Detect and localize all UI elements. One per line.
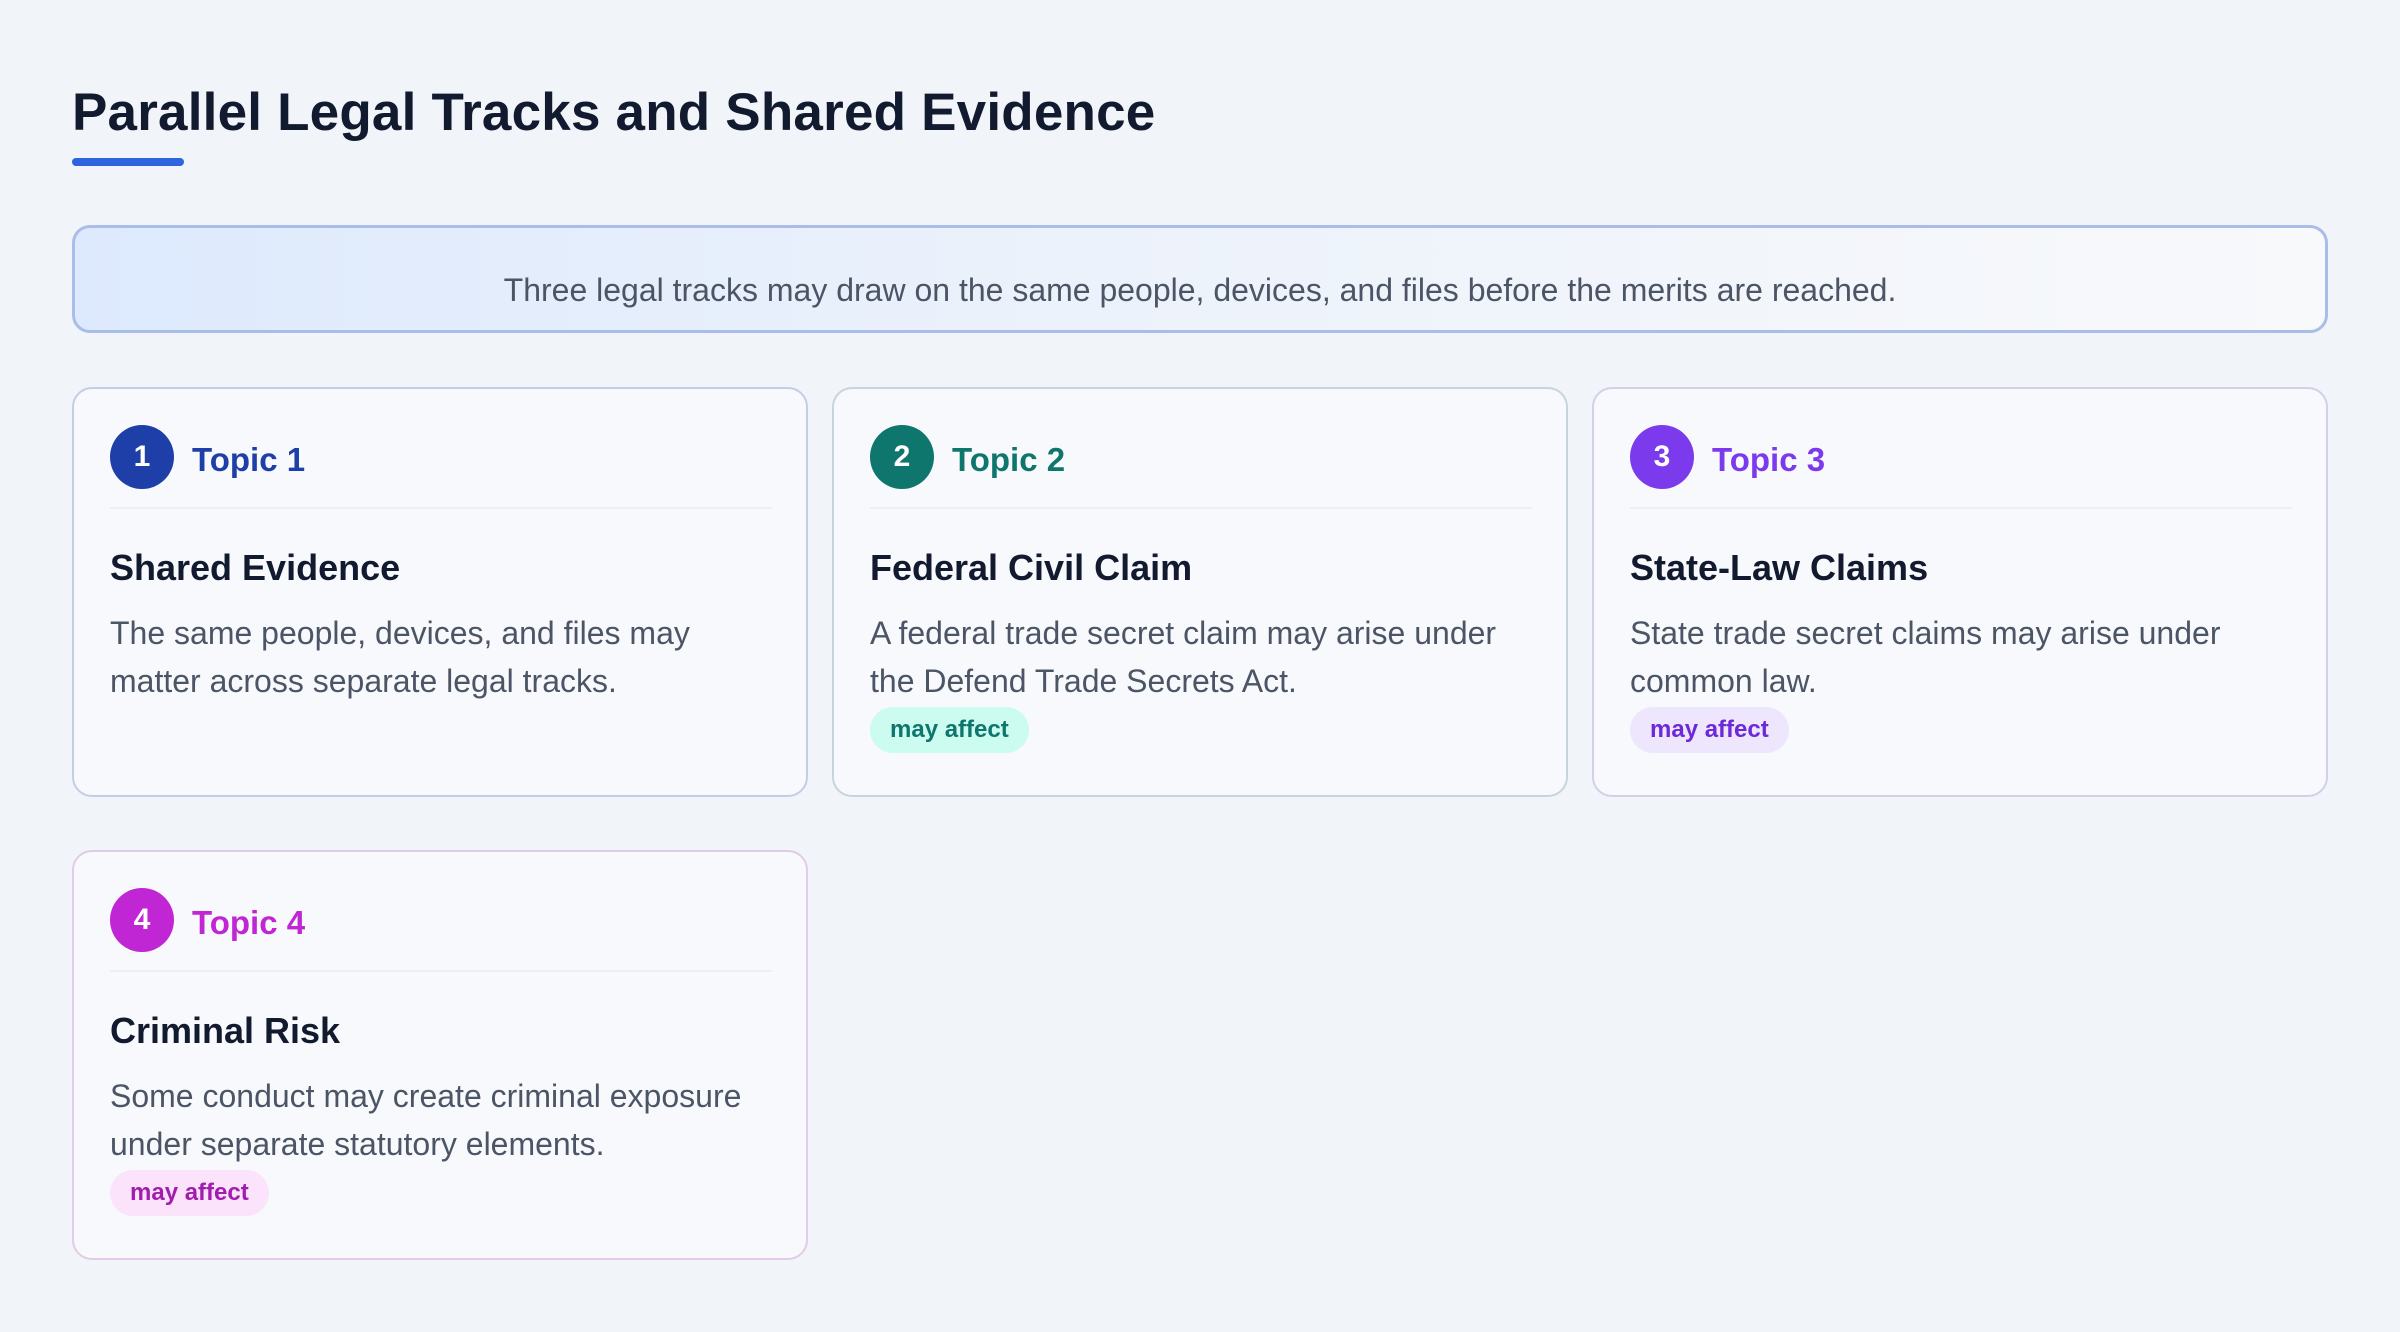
card-description: Some conduct may create criminal exposur… <box>110 1078 742 1162</box>
topic-label: Topic 2 <box>952 441 1066 478</box>
card-title: Criminal Risk <box>110 1010 341 1051</box>
topic-number-badge: 1 <box>110 425 174 489</box>
topic-number-badge: 4 <box>110 888 174 952</box>
topic-label: Topic 3 <box>1712 441 1826 478</box>
card-title: State-Law Claims <box>1630 547 1929 588</box>
card-description: The same people, devices, and files may … <box>110 615 690 699</box>
summary-banner: Three legal tracks may draw on the same … <box>72 225 2328 333</box>
topic-number-badge: 3 <box>1630 425 1694 489</box>
topic-label: Topic 1 <box>192 441 306 478</box>
card-header: 2 Topic 2 <box>870 425 1532 509</box>
topic-label: Topic 4 <box>192 904 306 941</box>
may-affect-badge: may affect <box>870 707 1029 753</box>
card-description: A federal trade secret claim may arise u… <box>870 615 1497 699</box>
topic-card-shared-evidence: 1 Topic 1 Shared Evidence The same peopl… <box>72 387 808 797</box>
topic-number-badge: 2 <box>870 425 934 489</box>
page-title: Parallel Legal Tracks and Shared Evidenc… <box>72 83 1156 142</box>
card-title: Shared Evidence <box>110 547 401 588</box>
card-header: 4 Topic 4 <box>110 888 772 972</box>
card-title: Federal Civil Claim <box>870 547 1193 588</box>
card-header: 1 Topic 1 <box>110 425 772 509</box>
card-description: State trade secret claims may arise unde… <box>1630 615 2221 699</box>
may-affect-badge: may affect <box>110 1170 269 1216</box>
may-affect-badge: may affect <box>1630 707 1789 753</box>
summary-banner-text: Three legal tracks may draw on the same … <box>503 271 1897 308</box>
topic-card-criminal-risk: 4 Topic 4 Criminal Risk Some conduct may… <box>72 850 808 1260</box>
card-header: 3 Topic 3 <box>1630 425 2292 509</box>
topic-card-federal-civil-claim: 2 Topic 2 Federal Civil Claim A federal … <box>832 387 1568 797</box>
title-underline <box>72 158 184 166</box>
topic-card-state-law-claims: 3 Topic 3 State-Law Claims State trade s… <box>1592 387 2328 797</box>
